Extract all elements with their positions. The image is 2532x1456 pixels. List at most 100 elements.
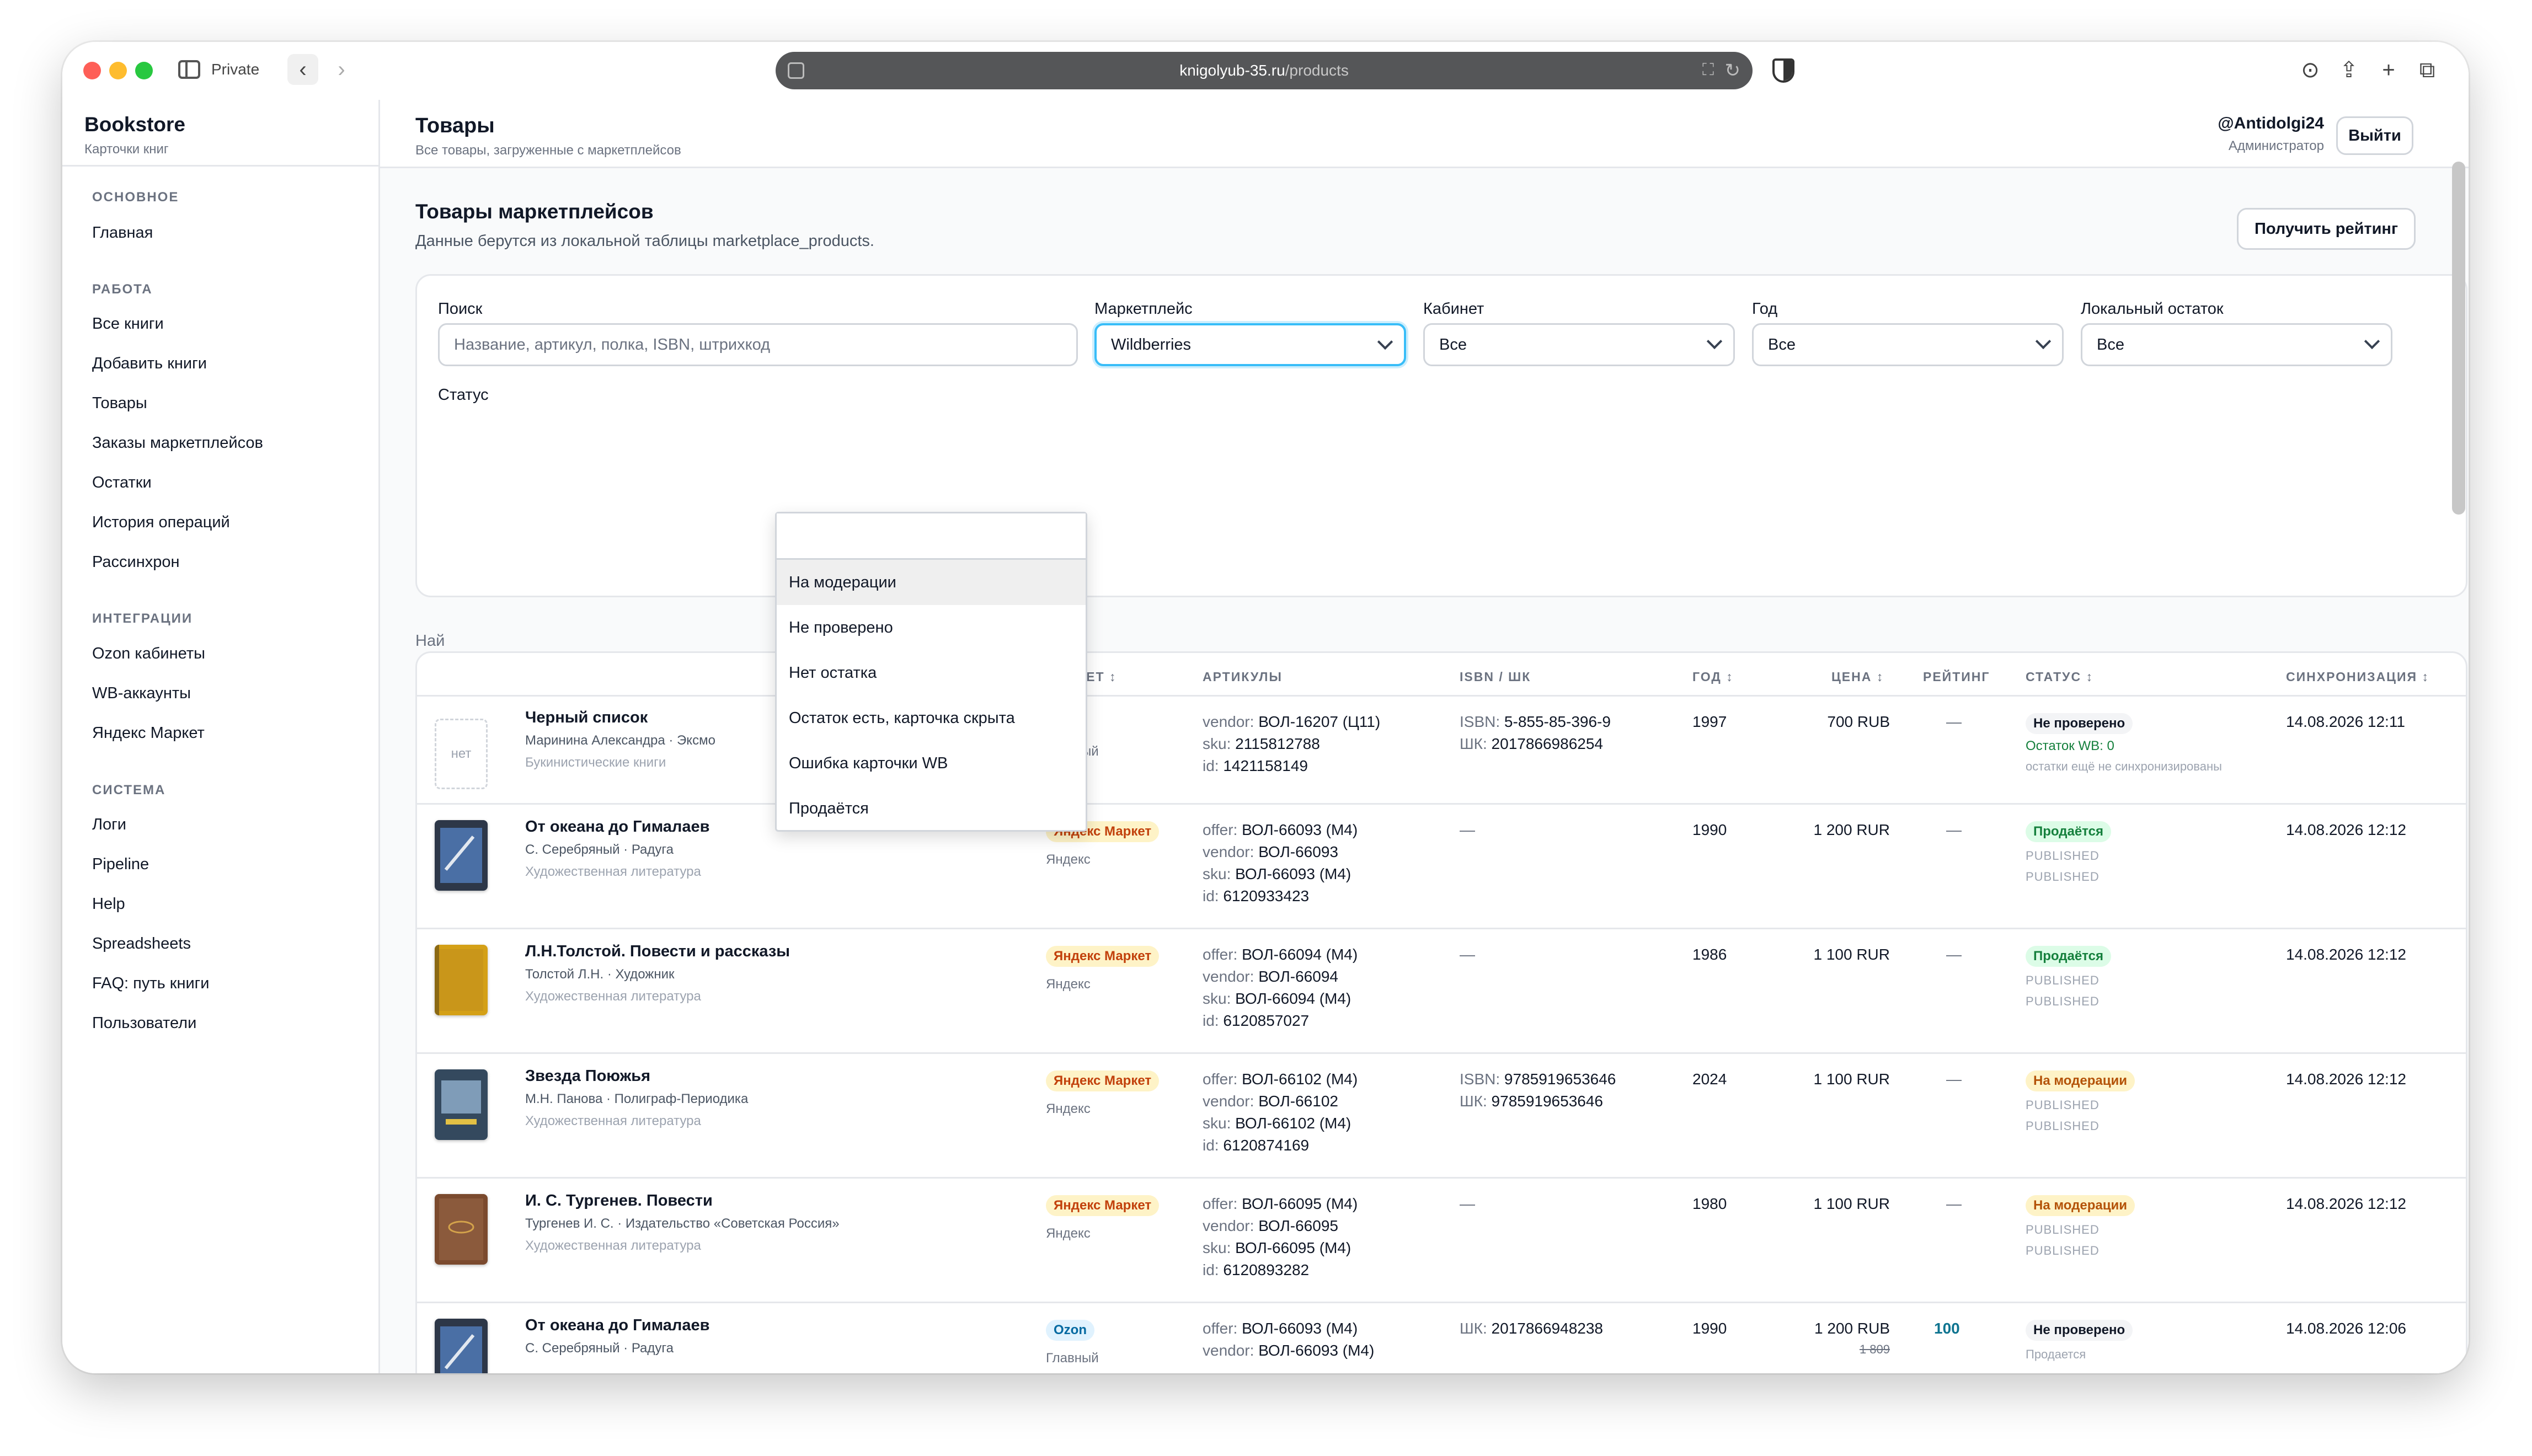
isbn-cell: ШК: 2017866948238 bbox=[1460, 1318, 1603, 1340]
year-cell: 1986 bbox=[1692, 946, 1727, 963]
price-cell: 1 100 RUR bbox=[1813, 946, 1890, 963]
rating-cell: — bbox=[1946, 1070, 1962, 1088]
topbar: Товары Все товары, загруженные с маркетп… bbox=[380, 100, 2469, 168]
address-bar[interactable]: knigolyub-35.ru/products ⛶ ↻ bbox=[776, 52, 1753, 89]
sidebar-item-wb[interactable]: WB-аккаунты bbox=[92, 684, 191, 703]
sidebar-item-ozon[interactable]: Ozon кабинеты bbox=[92, 645, 205, 663]
browser-toolbar: Private ‹ › knigolyub-35.ru/products ⛶ ↻… bbox=[62, 42, 2469, 100]
browser-window: Private ‹ › knigolyub-35.ru/products ⛶ ↻… bbox=[62, 42, 2469, 1373]
year-label: Год bbox=[1752, 300, 1778, 318]
maximize-window-button[interactable] bbox=[135, 62, 153, 79]
minimize-window-button[interactable] bbox=[109, 62, 127, 79]
product-title[interactable]: Черный список bbox=[525, 709, 648, 727]
sidebar-item-help[interactable]: Help bbox=[92, 895, 125, 913]
table-row[interactable]: И. С. Тургенев. Повести Тургенев И. С. ·… bbox=[417, 1179, 2466, 1303]
sidebar-item-home[interactable]: Главная bbox=[92, 224, 153, 242]
article-value: ВОЛ-66093 bbox=[1258, 843, 1338, 860]
sync-time: 14.08.2026 12:12 bbox=[2286, 1070, 2406, 1088]
sidebar-toggle-icon[interactable] bbox=[178, 60, 200, 79]
market-badge: Яндекс Маркет bbox=[1046, 1195, 1160, 1216]
translate-icon[interactable]: ⛶ bbox=[1702, 61, 1714, 79]
reload-icon[interactable]: ↻ bbox=[1725, 60, 1741, 82]
status-option[interactable]: Не проверено bbox=[777, 605, 1086, 650]
sidebar-item-pipeline[interactable]: Pipeline bbox=[92, 855, 149, 874]
status-filter-input[interactable] bbox=[777, 513, 1086, 560]
product-title[interactable]: Л.Н.Толстой. Повести и рассказы bbox=[525, 943, 790, 961]
tab-overview-icon[interactable]: ⧉ bbox=[2413, 56, 2441, 84]
sidebar-item-desync[interactable]: Рассинхрон bbox=[92, 553, 180, 571]
old-price: 1 809 bbox=[1859, 1342, 1890, 1356]
sidebar-item-users[interactable]: Пользователи bbox=[92, 1014, 196, 1032]
article-label: id: bbox=[1203, 1012, 1219, 1029]
table-row[interactable]: Л.Н.Толстой. Повести и рассказы Толстой … bbox=[417, 929, 2466, 1054]
year-cell: 1990 bbox=[1692, 821, 1727, 838]
sidebar-item-yandex[interactable]: Яндекс Маркет bbox=[92, 724, 205, 742]
sidebar-item-spreadsheets[interactable]: Spreadsheets bbox=[92, 935, 191, 953]
article-label: sku: bbox=[1203, 735, 1231, 752]
header-sync[interactable]: СИНХРОНИЗАЦИЯ ↕ bbox=[2286, 670, 2429, 684]
search-input[interactable]: Название, артикул, полка, ISBN, штрихкод bbox=[438, 323, 1078, 366]
sidebar-item-history[interactable]: История операций bbox=[92, 513, 230, 532]
book-cover-image bbox=[435, 945, 488, 1015]
new-tab-icon[interactable]: + bbox=[2375, 56, 2402, 84]
table-row[interactable]: От океана до Гималаев С. Серебряный · Ра… bbox=[417, 805, 2466, 929]
publish-status: PUBLISHED bbox=[2026, 973, 2100, 987]
year-select[interactable]: Все bbox=[1752, 323, 2064, 366]
article-value: ВОЛ-66095 bbox=[1258, 1217, 1338, 1234]
article-value: ВОЛ-66102 bbox=[1258, 1093, 1338, 1110]
article-label: id: bbox=[1203, 1137, 1219, 1154]
forward-button[interactable]: › bbox=[326, 54, 357, 85]
product-title[interactable]: От океана до Гималаев bbox=[525, 818, 709, 836]
chevron-down-icon bbox=[2035, 333, 2052, 350]
brand-subtitle: Карточки книг bbox=[84, 142, 169, 157]
sidebar-item-stock[interactable]: Остатки bbox=[92, 474, 152, 492]
stock-select[interactable]: Все bbox=[2081, 323, 2392, 366]
header-status[interactable]: СТАТУС ↕ bbox=[2026, 670, 2093, 684]
chevron-left-icon: ‹ bbox=[299, 57, 307, 82]
downloads-icon[interactable]: ⊙ bbox=[2296, 56, 2324, 84]
publish-status: PUBLISHED bbox=[2026, 1119, 2100, 1133]
table-row[interactable]: нет Черный список Маринина Александра · … bbox=[417, 697, 2466, 805]
header-year[interactable]: ГОД ↕ bbox=[1692, 670, 1734, 684]
status-option[interactable]: Нет остатка bbox=[777, 650, 1086, 695]
product-title[interactable]: И. С. Тургенев. Повести bbox=[525, 1192, 713, 1210]
status-option[interactable]: На модерации bbox=[777, 560, 1086, 605]
close-window-button[interactable] bbox=[83, 62, 101, 79]
table-row[interactable]: От океана до Гималаев С. Серебряный · Ра… bbox=[417, 1303, 2466, 1373]
status-option[interactable]: Ошибка карточки WB bbox=[777, 741, 1086, 786]
page-scrollbar[interactable] bbox=[2452, 162, 2465, 515]
rating-cell: — bbox=[1946, 946, 1962, 963]
status-option[interactable]: Продаётся bbox=[777, 786, 1086, 831]
product-category: Художественная литература bbox=[525, 1114, 701, 1128]
article-label: sku: bbox=[1203, 1239, 1231, 1256]
privacy-shield-icon[interactable] bbox=[1772, 58, 1794, 83]
articles: offer: ВОЛ-66093 (М4) vendor: ВОЛ-66093 … bbox=[1203, 819, 1358, 907]
sidebar-item-all-books[interactable]: Все книги bbox=[92, 315, 164, 333]
table-row[interactable]: Звезда Поюжья М.Н. Панова · Полиграф-Пер… bbox=[417, 1054, 2466, 1179]
article-label: vendor: bbox=[1203, 843, 1254, 860]
product-title[interactable]: Звезда Поюжья bbox=[525, 1067, 650, 1085]
sidebar-item-logs[interactable]: Логи bbox=[92, 816, 126, 834]
publish-status: PUBLISHED bbox=[2026, 1098, 2100, 1112]
market-account: Яндекс bbox=[1046, 852, 1091, 867]
price-cell: 1 100 RUR bbox=[1813, 1070, 1890, 1088]
status-badge: На модерации bbox=[2026, 1070, 2135, 1091]
status-badge: На модерации bbox=[2026, 1195, 2135, 1216]
back-button[interactable]: ‹ bbox=[287, 54, 318, 85]
header-price[interactable]: ЦЕНА ↕ bbox=[1831, 670, 1884, 684]
page-settings-icon[interactable] bbox=[788, 62, 804, 79]
sidebar-item-orders[interactable]: Заказы маркетплейсов bbox=[92, 434, 263, 452]
book-cover-image bbox=[435, 1319, 488, 1373]
sidebar-item-products[interactable]: Товары bbox=[92, 394, 147, 413]
marketplace-select[interactable]: Wildberries bbox=[1094, 323, 1406, 366]
status-option[interactable]: Остаток есть, карточка скрыта bbox=[777, 695, 1086, 741]
logout-button[interactable]: Выйти bbox=[2336, 116, 2413, 155]
cabinet-value: Все bbox=[1439, 335, 1467, 354]
product-title[interactable]: От океана до Гималаев bbox=[525, 1316, 709, 1335]
get-rating-button[interactable]: Получить рейтинг bbox=[2237, 208, 2416, 250]
cabinet-select[interactable]: Все bbox=[1423, 323, 1735, 366]
sidebar-item-faq[interactable]: FAQ: путь книги bbox=[92, 975, 209, 993]
sync-time: 14.08.2026 12:12 bbox=[2286, 1195, 2406, 1212]
sidebar-item-add-books[interactable]: Добавить книги bbox=[92, 355, 207, 373]
share-icon[interactable]: ⇪ bbox=[2335, 56, 2363, 84]
